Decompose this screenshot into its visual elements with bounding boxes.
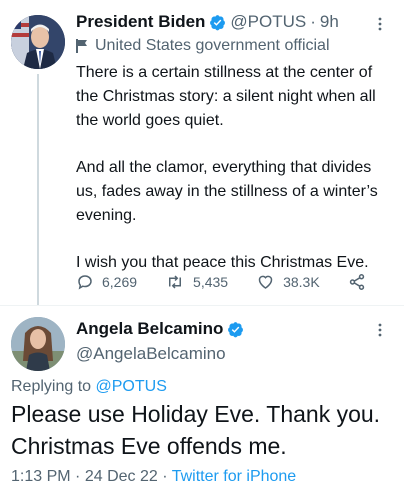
dot-separator: · (310, 12, 316, 31)
tweet-header: President Biden @POTUS · 9h (76, 11, 339, 33)
reply-count: 6,269 (102, 274, 138, 290)
government-label[interactable]: United States government official (76, 36, 330, 56)
retweet-count: 5,435 (193, 274, 229, 290)
original-tweet[interactable]: President Biden @POTUS · 9h United State… (0, 0, 404, 305)
replying-to-link[interactable]: @POTUS (96, 378, 167, 395)
flag-icon (76, 39, 88, 53)
thread-line (37, 74, 39, 305)
reply-date[interactable]: 24 Dec 22 (85, 468, 158, 485)
retweet-button[interactable]: 5,435 (165, 273, 228, 291)
tweet-actions: 6,269 5,435 38.3K (76, 272, 402, 292)
time-ago[interactable]: 9h (320, 12, 339, 32)
reply-author-name[interactable]: Angela Belcamino (76, 319, 223, 339)
like-icon (258, 275, 273, 289)
reply-author-avatar[interactable] (11, 317, 65, 371)
divider (0, 305, 404, 306)
reply-source-link[interactable]: Twitter for iPhone (172, 468, 297, 485)
tweet-paragraph: And all the clamor, everything that divi… (76, 159, 378, 224)
reply-button[interactable]: 6,269 (76, 273, 137, 291)
share-icon (349, 274, 364, 290)
like-button[interactable]: 38.3K (256, 273, 320, 291)
replying-to: Replying to @POTUS (11, 378, 167, 396)
author-name[interactable]: President Biden (76, 12, 205, 32)
more-icon[interactable] (378, 323, 382, 337)
dot-separator: · (162, 468, 168, 485)
potus-avatar[interactable] (11, 15, 65, 69)
reply-time[interactable]: 1:13 PM (11, 468, 71, 485)
dot-separator: · (75, 468, 81, 485)
reply-metadata: 1:13 PM · 24 Dec 22 · Twitter for iPhone (11, 468, 296, 486)
tweet-paragraph: There is a certain stillness at the cent… (76, 64, 376, 129)
retweet-icon (169, 275, 182, 289)
more-icon[interactable] (378, 17, 382, 31)
author-handle[interactable]: @POTUS (230, 12, 306, 32)
reply-text: Please use Holiday Eve. Thank you. Chris… (11, 401, 381, 459)
tweet-body: There is a certain stillness at the cent… (76, 61, 396, 298)
replying-prefix: Replying to (11, 378, 92, 395)
reply-icon (78, 275, 92, 290)
verified-badge-icon (227, 321, 244, 338)
like-count: 38.3K (283, 274, 320, 290)
share-button[interactable] (348, 273, 374, 291)
verified-badge-icon (209, 14, 226, 31)
reply-author-handle[interactable]: @AngelaBelcamino (76, 344, 226, 364)
government-label-text: United States government official (95, 37, 330, 54)
reply-author-header: Angela Belcamino (76, 318, 248, 340)
